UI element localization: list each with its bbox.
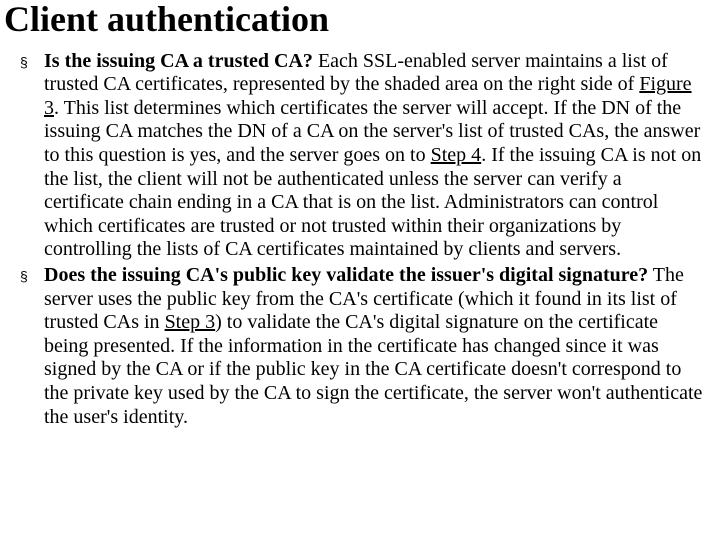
square-bullet-icon: § <box>20 264 28 288</box>
square-bullet-icon: § <box>20 50 28 74</box>
list-item: §Does the issuing CA's public key valida… <box>44 264 706 429</box>
bullet-list: §Is the issuing CA a trusted CA? Each SS… <box>4 50 714 430</box>
page-title: Client authentication <box>4 0 714 40</box>
reference-link[interactable]: Step 3 <box>165 311 216 333</box>
document-page: Client authentication §Is the issuing CA… <box>0 0 720 429</box>
list-item: §Is the issuing CA a trusted CA? Each SS… <box>44 50 706 262</box>
item-lead: Is the issuing CA a trusted CA? <box>44 50 313 72</box>
item-lead: Does the issuing CA's public key validat… <box>44 264 648 286</box>
reference-link[interactable]: Step 4 <box>431 144 482 166</box>
